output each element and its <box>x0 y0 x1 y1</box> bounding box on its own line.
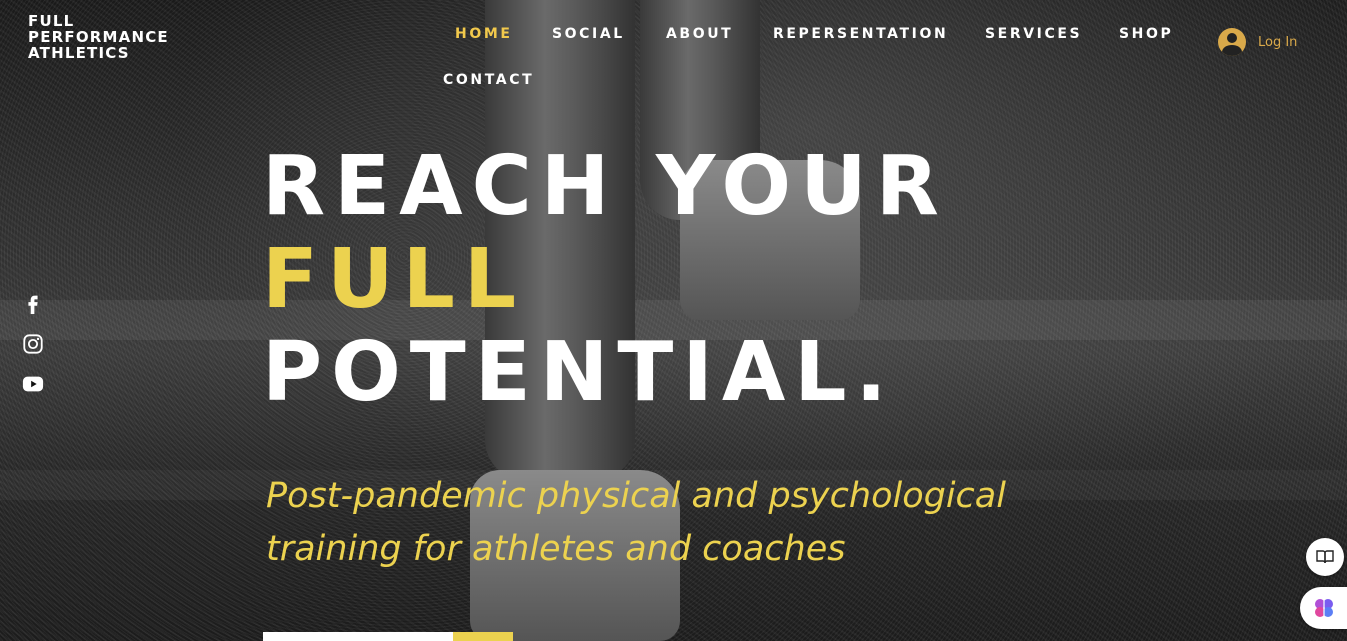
login-button[interactable]: Log In <box>1218 28 1297 56</box>
nav-item-about[interactable]: ABOUT <box>666 26 733 42</box>
nav-item-home[interactable]: HOME <box>455 26 513 42</box>
brand-line: PERFORMANCE <box>28 28 169 46</box>
reader-mode-button[interactable] <box>1306 538 1344 576</box>
brain-icon <box>1314 599 1333 617</box>
assistant-button[interactable] <box>1300 587 1347 629</box>
hero-subtitle-line: training for athletes and coaches <box>266 529 846 569</box>
cta-button-left[interactable] <box>263 632 453 641</box>
book-icon <box>1316 550 1334 564</box>
hero-subtitle-line: Post-pandemic physical and psychological <box>266 476 1006 516</box>
nav-item-services[interactable]: SERVICES <box>985 26 1082 42</box>
nav-item-social[interactable]: SOCIAL <box>552 26 625 42</box>
brand-line: FULL <box>28 12 75 30</box>
hero-headline: REACH YOUR FULL POTENTIAL. <box>262 140 948 419</box>
cta-button-right[interactable] <box>453 632 513 641</box>
hero-headline-line: REACH YOUR <box>262 139 948 234</box>
instagram-icon[interactable] <box>22 333 44 355</box>
page: FULL PERFORMANCE ATHLETICS HOME SOCIAL A… <box>0 0 1347 641</box>
youtube-icon[interactable] <box>22 373 44 395</box>
site-logo[interactable]: FULL PERFORMANCE ATHLETICS <box>28 13 169 61</box>
nav-item-contact[interactable]: CONTACT <box>443 72 534 88</box>
cta-button-partial[interactable] <box>263 632 513 641</box>
nav-item-representation[interactable]: REPERSENTATION <box>773 26 948 42</box>
hero-subtitle: Post-pandemic physical and psychological… <box>266 470 1106 576</box>
hero-headline-accent: FULL <box>262 232 526 327</box>
facebook-icon[interactable] <box>22 292 44 314</box>
user-avatar-icon <box>1218 28 1246 56</box>
brand-line: ATHLETICS <box>28 44 130 62</box>
nav-item-shop[interactable]: SHOP <box>1119 26 1173 42</box>
hero-headline-line: POTENTIAL. <box>262 325 896 420</box>
login-label: Log In <box>1258 34 1298 50</box>
